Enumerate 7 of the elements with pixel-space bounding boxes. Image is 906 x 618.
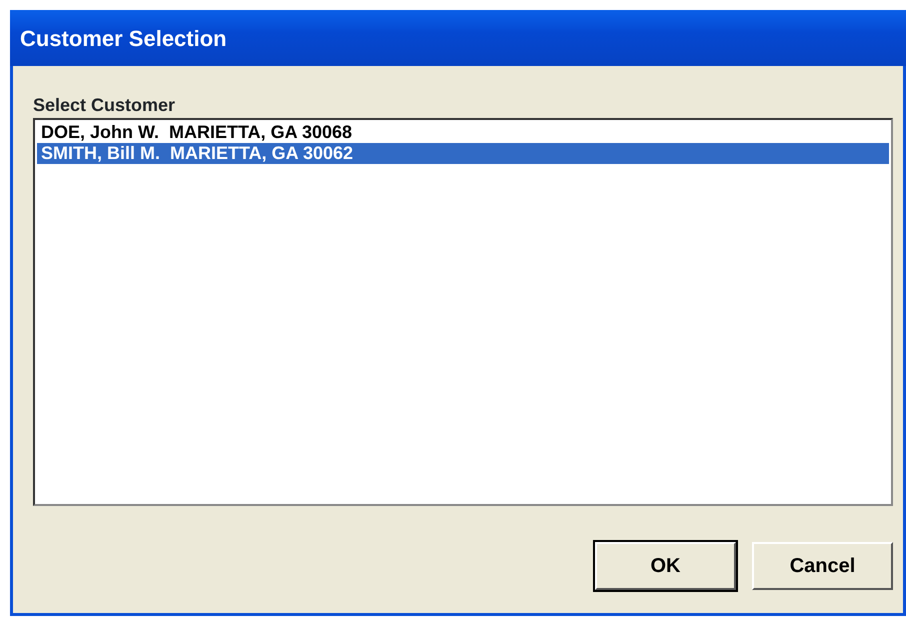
- list-item[interactable]: DOE, John W. MARIETTA, GA 30068: [37, 122, 889, 143]
- list-item[interactable]: SMITH, Bill M. MARIETTA, GA 30062: [37, 143, 889, 164]
- dialog-button[interactable]: OK: [595, 542, 736, 590]
- field-label: Select Customer: [33, 94, 176, 116]
- customer-list[interactable]: DOE, John W. MARIETTA, GA 30068 SMITH, Bill M. MARIETTA, GA 30062: [33, 118, 893, 506]
- dialog-button[interactable]: Cancel: [752, 542, 893, 590]
- window-title: Customer Selection: [20, 24, 227, 52]
